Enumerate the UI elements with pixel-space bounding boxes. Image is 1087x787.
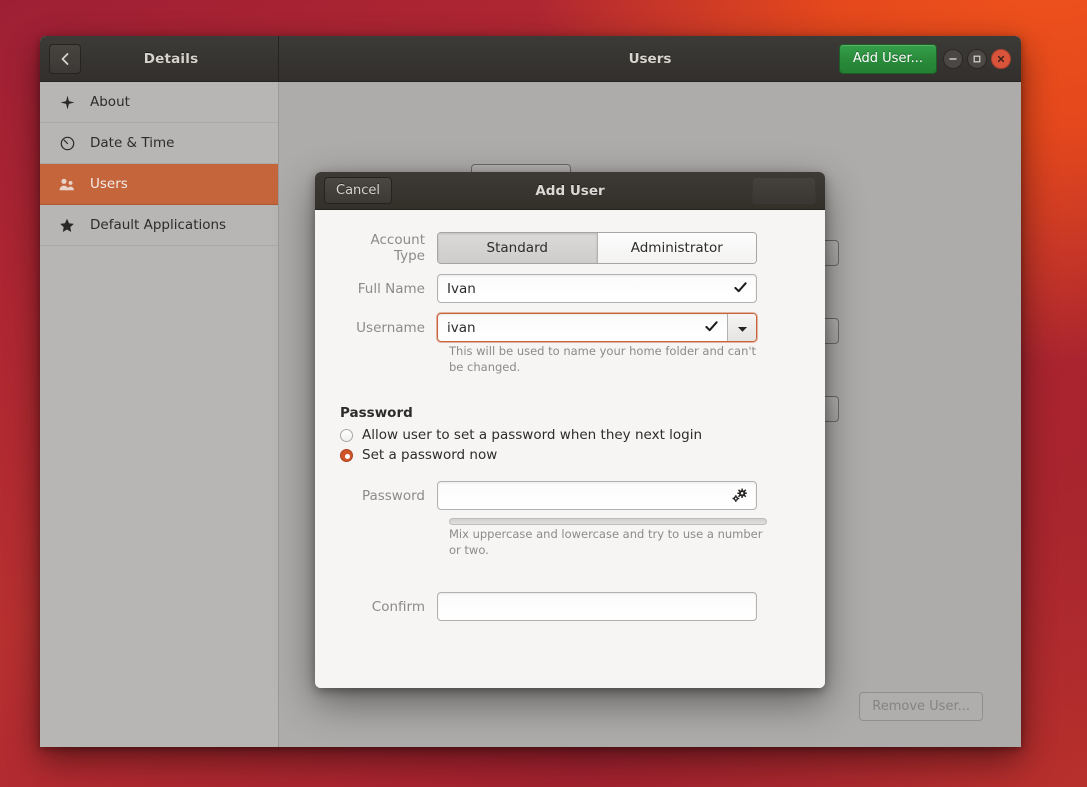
remove-user-button[interactable]: Remove User... — [859, 692, 983, 721]
desktop-background: Details Users Add User... About Date & T… — [0, 0, 1087, 787]
password-block: Password Mix uppercase and lowercase and… — [340, 481, 800, 558]
password-option-later-label: Allow user to set a password when they n… — [362, 427, 703, 444]
titlebar-left-section: Details — [40, 36, 279, 81]
confirm-label: Confirm — [371, 598, 425, 615]
minimize-icon — [948, 54, 958, 64]
password-label: Password — [361, 487, 425, 504]
full-name-input[interactable] — [438, 275, 734, 302]
sidebar: About Date & Time Users Default Applicat… — [40, 82, 279, 747]
username-input[interactable] — [438, 314, 705, 341]
maximize-button[interactable] — [967, 48, 987, 69]
back-button[interactable] — [49, 43, 81, 74]
sidebar-item-about[interactable]: About — [40, 82, 278, 123]
sidebar-item-users[interactable]: Users — [40, 164, 278, 205]
full-name-row: Full Name — [340, 274, 800, 303]
password-option-later-row[interactable]: Allow user to set a password when they n… — [340, 427, 800, 443]
account-type-administrator-button[interactable]: Administrator — [596, 233, 756, 263]
username-dropdown-button[interactable] — [727, 314, 756, 341]
confirm-entry[interactable] — [437, 592, 757, 622]
password-strength-bar — [449, 518, 767, 526]
sidebar-item-label: About — [90, 94, 130, 110]
sidebar-item-label: Users — [90, 176, 128, 192]
add-button[interactable] — [752, 177, 816, 204]
checkmark-icon — [734, 281, 756, 297]
minimize-button[interactable] — [943, 48, 963, 69]
username-entry[interactable] — [437, 313, 757, 342]
password-strength-hint: Mix uppercase and lowercase and try to u… — [449, 527, 763, 557]
dialog-header: Cancel Add User — [315, 172, 825, 210]
page-title: Details — [143, 50, 199, 67]
username-hint: This will be used to name your home fold… — [449, 344, 757, 374]
checkmark-icon — [705, 320, 727, 336]
sidebar-item-label: Default Applications — [90, 217, 227, 233]
sidebar-item-date-time[interactable]: Date & Time — [40, 123, 278, 164]
full-name-label: Full Name — [357, 280, 425, 297]
password-input[interactable] — [438, 482, 731, 510]
confirm-row: Confirm — [340, 592, 800, 622]
add-user-button[interactable]: Add User... — [838, 43, 937, 74]
sparkle-icon — [58, 95, 76, 110]
full-name-entry[interactable] — [437, 274, 757, 303]
password-entry[interactable] — [437, 481, 757, 511]
window-titlebar: Details Users Add User... — [40, 36, 1021, 82]
star-icon — [58, 218, 76, 233]
username-row: Username — [340, 313, 800, 342]
sidebar-item-label: Date & Time — [90, 135, 175, 151]
password-option-now-row[interactable]: Set a password now — [340, 447, 800, 463]
account-type-standard-button[interactable]: Standard — [438, 233, 597, 263]
confirm-block: Confirm — [340, 592, 800, 622]
account-type-row: Account Type Standard Administrator — [340, 232, 800, 264]
cancel-button[interactable]: Cancel — [324, 177, 393, 204]
confirm-input[interactable] — [438, 593, 756, 621]
chevron-down-icon — [737, 318, 748, 337]
chevron-left-icon — [60, 52, 70, 66]
account-type-segmented-control: Standard Administrator — [437, 232, 757, 264]
account-type-label: Account Type — [370, 232, 425, 264]
sidebar-item-default-applications[interactable]: Default Applications — [40, 205, 278, 246]
password-section-title: Password — [340, 405, 413, 422]
settings-window: Details Users Add User... About Date & T… — [40, 36, 1021, 747]
password-row: Password — [340, 481, 800, 511]
radio-selected-icon[interactable] — [340, 448, 353, 462]
username-label: Username — [356, 319, 425, 336]
users-icon — [58, 177, 76, 192]
close-button[interactable] — [991, 48, 1011, 69]
titlebar-right-section: Users Add User... — [279, 36, 1021, 81]
radio-unselected-icon[interactable] — [340, 428, 353, 442]
close-icon — [996, 54, 1006, 64]
window-controls — [943, 48, 1011, 69]
password-option-now-label: Set a password now — [362, 447, 498, 464]
clock-icon — [58, 136, 76, 151]
maximize-icon — [972, 54, 982, 64]
cogs-icon[interactable] — [731, 488, 756, 503]
add-user-dialog: Cancel Add User Account Type Standard Ad… — [315, 172, 825, 688]
dialog-body: Account Type Standard Administrator Full… — [315, 210, 825, 688]
